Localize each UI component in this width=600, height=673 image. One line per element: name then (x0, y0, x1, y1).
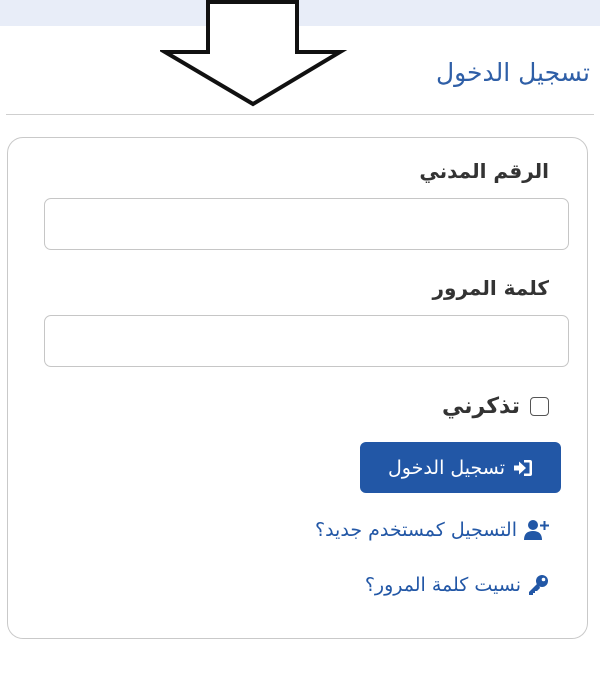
forgot-password-link[interactable]: نسيت كلمة المرور؟ (365, 570, 549, 600)
login-button[interactable]: تسجيل الدخول (360, 442, 561, 493)
down-arrow-icon (160, 0, 348, 107)
login-card: الرقم المدني كلمة المرور تذكرني تسجيل ال… (7, 137, 588, 639)
user-plus-icon (523, 519, 549, 541)
civil-id-input[interactable] (44, 198, 569, 250)
key-icon (527, 574, 549, 596)
login-button-label: تسجيل الدخول (387, 456, 506, 479)
sign-in-icon (513, 459, 533, 477)
register-link[interactable]: التسجيل كمستخدم جديد؟ (315, 515, 549, 545)
password-input[interactable] (44, 315, 569, 367)
register-link-label: التسجيل كمستخدم جديد؟ (315, 519, 517, 541)
remember-me-checkbox[interactable] (530, 396, 549, 416)
page-title: تسجيل الدخول (435, 58, 590, 87)
remember-me-row[interactable]: تذكرني (442, 390, 549, 422)
remember-me-label: تذكرني (442, 393, 520, 419)
civil-id-label: الرقم المدني (419, 159, 549, 183)
forgot-password-label: نسيت كلمة المرور؟ (364, 574, 521, 596)
title-divider (6, 114, 594, 115)
password-label: كلمة المرور (432, 276, 549, 300)
